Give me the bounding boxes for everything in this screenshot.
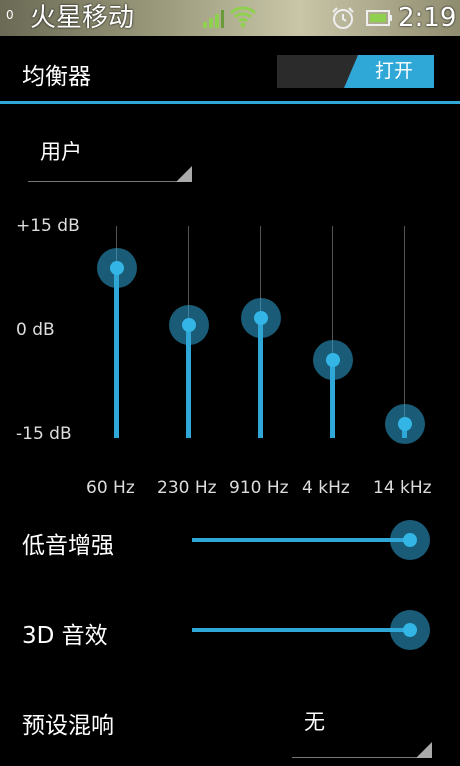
status-bar: 0 火星移动 2:19 bbox=[0, 0, 460, 36]
band-slider-60hz[interactable] bbox=[97, 226, 137, 438]
wifi-icon bbox=[230, 6, 256, 28]
dropdown-underline bbox=[28, 181, 192, 182]
slider-fill bbox=[192, 628, 410, 632]
slider-fill bbox=[192, 538, 410, 542]
bass-boost-slider[interactable] bbox=[190, 518, 430, 562]
preset-value: 用户 bbox=[40, 140, 82, 164]
band-slider-910hz[interactable] bbox=[241, 226, 281, 438]
db-label-bottom: -15 dB bbox=[16, 424, 72, 444]
bass-boost-label: 低音增强 bbox=[22, 533, 114, 559]
virtualizer-slider[interactable] bbox=[190, 608, 430, 652]
dropdown-arrow-icon bbox=[416, 742, 432, 758]
battery-icon bbox=[366, 10, 392, 26]
reverb-value: 无 bbox=[304, 710, 325, 734]
preset-dropdown[interactable]: 用户 bbox=[28, 132, 192, 182]
freq-label: 14 kHz bbox=[373, 478, 432, 498]
freq-label: 60 Hz bbox=[86, 478, 135, 498]
freq-label: 230 Hz bbox=[157, 478, 217, 498]
signal-icon bbox=[203, 10, 224, 28]
toggle-label: 打开 bbox=[374, 60, 413, 82]
freq-label: 910 Hz bbox=[229, 478, 289, 498]
notification-badge: 0 bbox=[6, 8, 14, 22]
page-title: 均衡器 bbox=[22, 64, 91, 90]
virtualizer-label: 3D 音效 bbox=[22, 623, 108, 649]
band-thumb[interactable] bbox=[254, 310, 268, 325]
freq-label: 4 kHz bbox=[302, 478, 350, 498]
dropdown-arrow-icon bbox=[176, 166, 192, 182]
db-label-middle: 0 dB bbox=[16, 320, 55, 340]
slider-thumb[interactable] bbox=[403, 623, 417, 637]
clock: 2:19 bbox=[398, 3, 457, 33]
db-label-top: +15 dB bbox=[16, 216, 80, 236]
band-thumb[interactable] bbox=[182, 317, 196, 332]
equalizer-toggle[interactable]: 打开 bbox=[277, 55, 434, 88]
alarm-icon bbox=[332, 7, 354, 29]
band-thumb[interactable] bbox=[398, 416, 412, 431]
dropdown-underline bbox=[292, 757, 432, 758]
reverb-dropdown[interactable]: 无 bbox=[292, 700, 432, 758]
carrier-name: 火星移动 bbox=[30, 3, 135, 33]
band-fill bbox=[114, 268, 119, 438]
band-slider-230hz[interactable] bbox=[169, 226, 209, 438]
reverb-label: 预设混响 bbox=[22, 713, 114, 739]
header-divider bbox=[0, 101, 460, 104]
band-slider-14khz[interactable] bbox=[385, 226, 425, 444]
band-slider-4khz[interactable] bbox=[313, 226, 353, 438]
slider-thumb[interactable] bbox=[403, 533, 417, 547]
